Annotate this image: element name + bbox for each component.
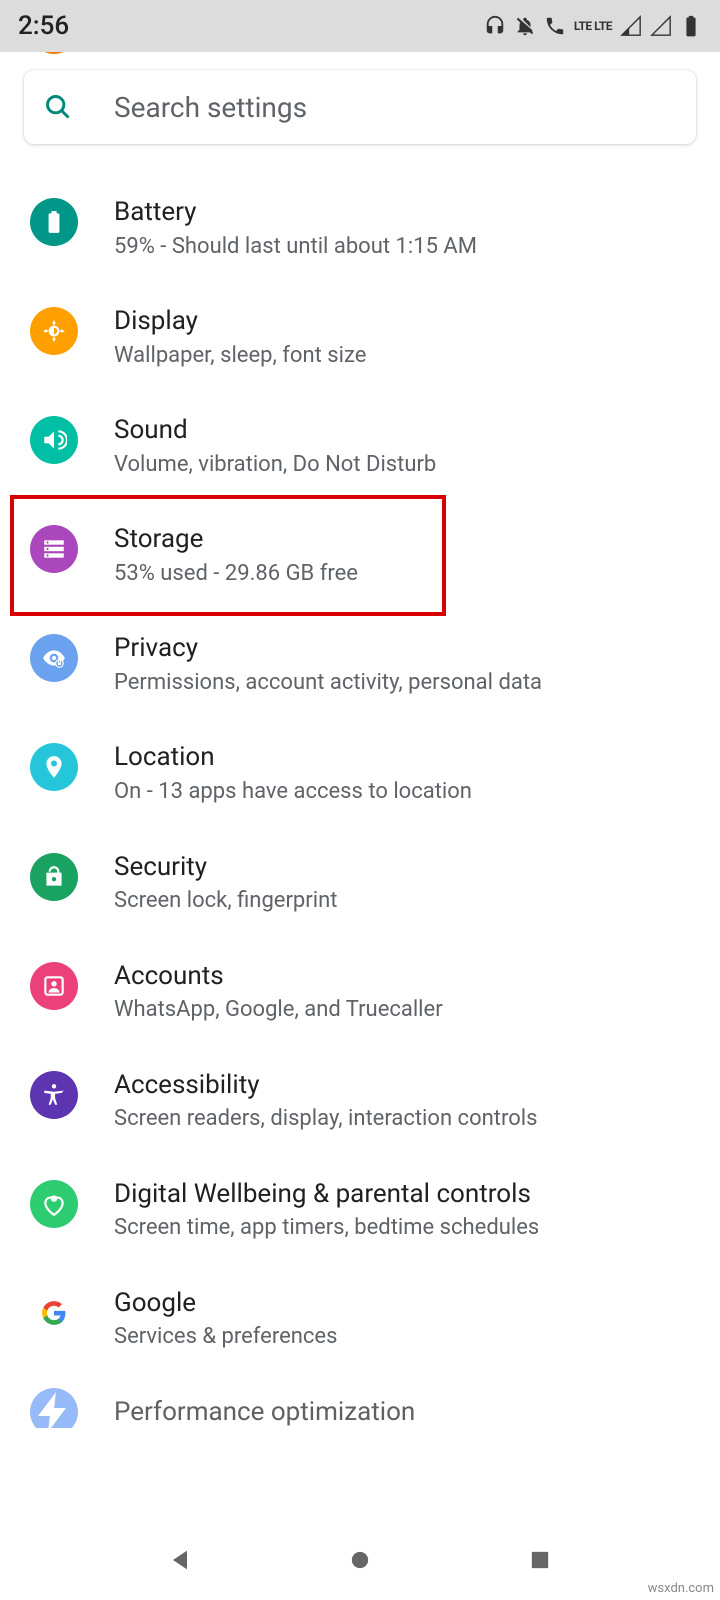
- settings-list: Battery 59% - Should last until about 1:…: [0, 156, 720, 1428]
- wellbeing-sub: Screen time, app timers, bedtime schedul…: [114, 1214, 698, 1243]
- battery-sub: 59% - Should last until about 1:15 AM: [114, 233, 698, 262]
- sound-sub: Volume, vibration, Do Not Disturb: [114, 451, 698, 480]
- nav-back-icon[interactable]: [166, 1546, 194, 1574]
- navigation-bar: [0, 1520, 720, 1600]
- nav-recents-icon[interactable]: [526, 1546, 554, 1574]
- watermark: wsxdn.com: [648, 1581, 714, 1596]
- privacy-circle-icon: [30, 634, 78, 682]
- item-privacy[interactable]: Privacy Permissions, account activity, p…: [0, 610, 720, 719]
- security-circle-icon: [30, 853, 78, 901]
- google-title: Google: [114, 1287, 698, 1320]
- sound-title: Sound: [114, 414, 698, 447]
- battery-title: Battery: [114, 196, 698, 229]
- apps-icon: [30, 52, 78, 54]
- item-accessibility[interactable]: Accessibility Screen readers, display, i…: [0, 1047, 720, 1156]
- nav-home-icon[interactable]: [346, 1546, 374, 1574]
- performance-circle-icon: [30, 1388, 78, 1428]
- item-wellbeing[interactable]: Digital Wellbeing & parental controls Sc…: [0, 1156, 720, 1265]
- display-title: Display: [114, 305, 698, 338]
- location-circle-icon: [30, 743, 78, 791]
- item-storage[interactable]: Storage 53% used - 29.86 GB free: [0, 501, 720, 610]
- accessibility-title: Accessibility: [114, 1069, 698, 1102]
- sound-circle-icon: [30, 416, 78, 464]
- battery-circle-icon: [30, 198, 78, 246]
- accounts-title: Accounts: [114, 960, 698, 993]
- location-title: Location: [114, 741, 698, 774]
- privacy-title: Privacy: [114, 632, 698, 665]
- accounts-sub: WhatsApp, Google, and Truecaller: [114, 996, 698, 1025]
- storage-circle-icon: [30, 525, 78, 573]
- battery-icon: [680, 15, 702, 37]
- accessibility-sub: Screen readers, display, interaction con…: [114, 1105, 698, 1134]
- wifi-call-icon: [544, 15, 566, 37]
- item-location[interactable]: Location On - 13 apps have access to loc…: [0, 719, 720, 828]
- headset-icon: [484, 15, 506, 37]
- storage-sub: 53% used - 29.86 GB free: [114, 560, 698, 589]
- settings-scroll[interactable]: Apps & notifications Search settings Bat…: [0, 52, 720, 1520]
- item-sound[interactable]: Sound Volume, vibration, Do Not Disturb: [0, 392, 720, 501]
- wellbeing-title: Digital Wellbeing & parental controls: [114, 1178, 698, 1211]
- item-performance[interactable]: Performance optimization: [0, 1374, 720, 1428]
- item-display[interactable]: Display Wallpaper, sleep, font size: [0, 283, 720, 392]
- status-bar: 2:56 LTE LTE: [0, 0, 720, 52]
- search-placeholder: Search settings: [114, 91, 307, 124]
- location-sub: On - 13 apps have access to location: [114, 778, 698, 807]
- signal-2-icon: [650, 15, 672, 37]
- item-accounts[interactable]: Accounts WhatsApp, Google, and Truecalle…: [0, 938, 720, 1047]
- status-icons: LTE LTE: [484, 15, 702, 37]
- lte-label: LTE LTE: [574, 19, 612, 33]
- signal-1-icon: [620, 15, 642, 37]
- wellbeing-circle-icon: [30, 1180, 78, 1228]
- display-circle-icon: [30, 307, 78, 355]
- search-settings[interactable]: Search settings: [24, 70, 696, 144]
- accounts-circle-icon: [30, 962, 78, 1010]
- storage-title: Storage: [114, 523, 698, 556]
- google-circle-icon: [30, 1289, 78, 1337]
- security-title: Security: [114, 851, 698, 884]
- search-icon: [44, 93, 72, 121]
- google-sub: Services & preferences: [114, 1323, 698, 1352]
- privacy-sub: Permissions, account activity, personal …: [114, 669, 698, 698]
- display-sub: Wallpaper, sleep, font size: [114, 342, 698, 371]
- item-security[interactable]: Security Screen lock, fingerprint: [0, 829, 720, 938]
- status-time: 2:56: [18, 11, 69, 41]
- security-sub: Screen lock, fingerprint: [114, 887, 698, 916]
- item-google[interactable]: Google Services & preferences: [0, 1265, 720, 1374]
- item-battery[interactable]: Battery 59% - Should last until about 1:…: [0, 174, 720, 283]
- performance-title: Performance optimization: [78, 1397, 415, 1427]
- dnd-icon: [514, 15, 536, 37]
- peek-apps-notifications[interactable]: Apps & notifications: [0, 52, 720, 64]
- accessibility-circle-icon: [30, 1071, 78, 1119]
